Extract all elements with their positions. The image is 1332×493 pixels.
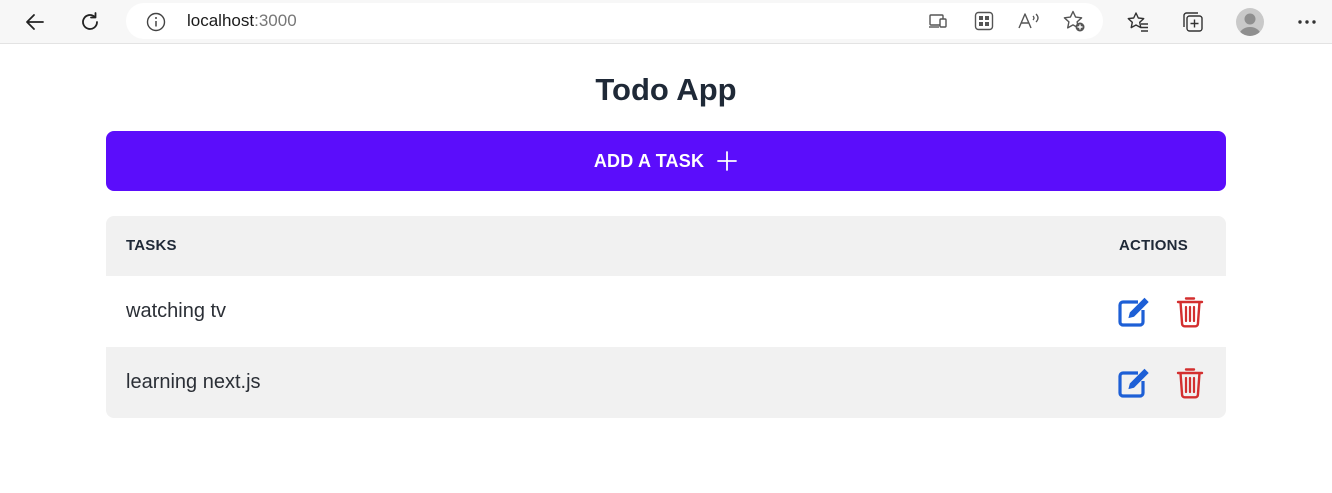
browser-toolbar: localhost:3000 <box>0 0 1332 44</box>
cast-button[interactable] <box>926 9 950 33</box>
column-header-tasks: TASKS <box>126 237 177 254</box>
back-arrow-icon <box>26 14 44 30</box>
apps-icon <box>974 11 994 31</box>
more-menu-button[interactable] <box>1292 7 1322 37</box>
column-header-actions: ACTIONS <box>1119 237 1188 254</box>
address-bar[interactable]: localhost:3000 <box>126 3 1103 39</box>
add-task-button[interactable]: ADD A TASK <box>106 131 1226 191</box>
trash-icon[interactable] <box>1176 366 1204 399</box>
url-port: :3000 <box>254 11 297 30</box>
collections-button[interactable] <box>1178 7 1208 37</box>
add-favorite-icon <box>1063 10 1085 32</box>
url-text[interactable]: localhost:3000 <box>187 11 297 31</box>
table-header: TASKS ACTIONS <box>106 216 1226 276</box>
add-task-label: ADD A TASK <box>593 150 705 171</box>
add-favorite-button[interactable] <box>1062 9 1086 33</box>
read-aloud-button[interactable] <box>1017 9 1041 33</box>
task-table: TASKS ACTIONS watching tv learning next.… <box>106 216 1226 418</box>
edit-icon[interactable] <box>1117 367 1151 399</box>
task-text: watching tv <box>126 300 227 322</box>
favorites-icon <box>1127 12 1148 32</box>
table-row: learning next.js <box>106 347 1226 418</box>
page-title: Todo App <box>595 72 737 107</box>
profile-icon <box>1239 13 1261 36</box>
table-row: watching tv <box>106 276 1226 347</box>
refresh-button[interactable] <box>74 6 106 38</box>
task-text: learning next.js <box>126 371 261 393</box>
collections-icon <box>1183 12 1203 32</box>
back-button[interactable] <box>19 6 51 38</box>
refresh-icon <box>82 12 98 30</box>
cast-icon <box>929 14 947 28</box>
edit-icon[interactable] <box>1117 296 1151 328</box>
plus-icon <box>717 151 738 171</box>
favorites-button[interactable] <box>1123 7 1153 37</box>
read-aloud-icon <box>1018 13 1039 29</box>
info-icon[interactable] <box>146 12 166 32</box>
trash-icon[interactable] <box>1176 295 1204 328</box>
apps-button[interactable] <box>972 9 996 33</box>
url-host: localhost <box>187 11 255 30</box>
avatar[interactable] <box>1236 8 1264 36</box>
more-icon <box>1298 20 1316 24</box>
